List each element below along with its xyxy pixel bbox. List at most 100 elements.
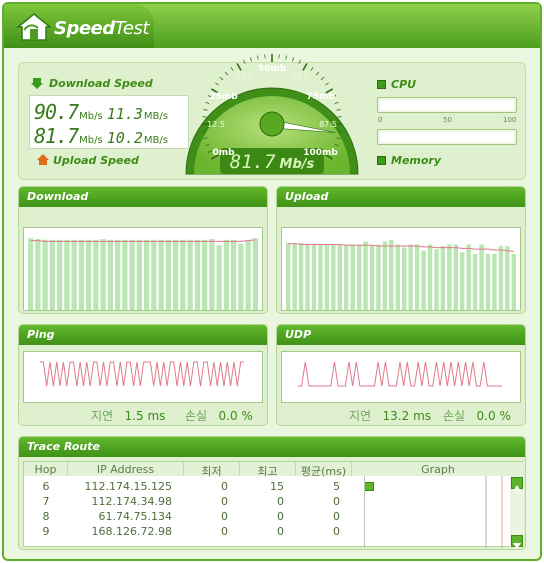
scroll-down-button[interactable] <box>511 535 523 549</box>
gauge-tick <box>236 62 242 71</box>
download-bar <box>144 239 150 310</box>
memory-label: Memory <box>391 154 442 167</box>
upload-bar <box>395 244 400 310</box>
upload-bar <box>440 246 446 310</box>
upload-bar <box>286 242 291 310</box>
cpu-usage-bar <box>377 97 517 113</box>
upload-bar <box>447 244 452 310</box>
cell-max: 0 <box>277 525 284 538</box>
upload-bar <box>511 253 516 310</box>
upload-bar <box>408 244 413 310</box>
memory-usage-bar <box>377 129 517 145</box>
gauge-tick-label: 12.5 <box>207 120 225 129</box>
table-row[interactable]: 9 168.126.72.98 0 0 0 <box>24 525 510 540</box>
download-bar <box>100 239 106 310</box>
trace-scrollbar[interactable] <box>510 476 524 549</box>
download-bar <box>28 238 34 310</box>
download-graph <box>23 227 263 311</box>
upload-bar <box>311 244 317 310</box>
upload-bar <box>421 250 426 310</box>
table-row[interactable]: 8 61.74.75.134 0 0 0 <box>24 510 510 525</box>
cell-ip: 61.74.75.134 <box>98 510 172 523</box>
upload-bar <box>324 244 330 310</box>
download-bar <box>238 243 244 310</box>
download-bar <box>180 239 186 310</box>
download-panel: Download <box>18 186 268 314</box>
gauge-tick <box>320 76 325 81</box>
trace-route-table: Hop IP Address 최저 최고 평균(ms) Graph 6 112.1… <box>23 461 524 549</box>
upload-bar <box>369 246 375 310</box>
download-history-chart <box>28 238 258 310</box>
download-bar <box>49 239 55 310</box>
cell-avg: 0 <box>333 510 340 523</box>
upload-bar <box>292 242 297 310</box>
cell-ip: 168.126.72.98 <box>91 525 172 538</box>
download-bar <box>209 239 215 310</box>
download-bar <box>93 239 99 310</box>
download-bar <box>129 239 135 310</box>
cell-ip: 112.174.34.98 <box>91 495 172 508</box>
ping-delay: 지연 1.5 ms <box>91 409 166 423</box>
upload-bar <box>427 244 433 310</box>
upload-bar <box>344 244 349 310</box>
trace-graph-guides <box>485 476 503 548</box>
ping-line <box>40 361 244 387</box>
download-bar <box>216 245 222 310</box>
upload-bar <box>466 244 471 310</box>
download-bar <box>245 239 251 310</box>
scroll-up-button[interactable] <box>511 477 523 491</box>
udp-panel-title: UDP <box>277 325 525 345</box>
upload-bar <box>472 253 478 310</box>
download-bar <box>151 239 157 310</box>
speed-gauge: 0mb 12.5 25mb 37.5 50mb 62.5 75mb 87.5 100mb 81.… <box>180 32 364 180</box>
upload-arrow-icon <box>37 154 49 165</box>
gauge-tick <box>298 59 301 64</box>
upload-bar <box>389 239 394 310</box>
gauge-tick <box>205 101 210 104</box>
download-bar <box>223 239 229 310</box>
download-bar <box>78 239 84 310</box>
upload-bar <box>492 253 497 310</box>
cell-max: 0 <box>277 495 284 508</box>
udp-history-chart <box>298 361 502 387</box>
upload-graph <box>281 227 521 311</box>
cell-avg: 5 <box>333 480 340 493</box>
cell-hop: 6 <box>42 480 50 493</box>
upload-bar <box>498 246 504 310</box>
upload-bar <box>318 244 323 310</box>
gauge-tick <box>334 101 339 104</box>
upload-bar <box>402 247 407 310</box>
upload-bar <box>305 244 310 310</box>
upload-bar <box>350 244 355 310</box>
trace-graph-bar <box>364 482 374 491</box>
col-header-hop: Hop <box>24 462 68 476</box>
gauge-tick-label: 87.5 <box>319 120 337 129</box>
upload-bar <box>485 253 491 310</box>
upload-panel-title: Upload <box>277 187 525 207</box>
gauge-tick <box>215 82 219 86</box>
download-bar <box>122 239 128 310</box>
udp-line <box>298 361 502 387</box>
cell-min: 0 <box>221 510 228 523</box>
gauge-tick <box>315 71 320 76</box>
cell-min: 0 <box>221 495 228 508</box>
cell-max: 15 <box>270 480 284 493</box>
download-bar <box>57 239 63 310</box>
table-row[interactable]: 7 112.174.34.98 0 0 0 <box>24 495 510 510</box>
download-bar <box>136 239 142 310</box>
upload-bar <box>479 244 484 310</box>
arrow-up-icon <box>513 485 521 491</box>
upload-bar <box>505 246 510 310</box>
upload-bar <box>363 241 368 310</box>
download-speed-label: Download Speed <box>49 77 153 90</box>
col-header-ip: IP Address <box>68 462 184 476</box>
gauge-tick-label: 75mb <box>306 92 335 102</box>
trace-route-title: Trace Route <box>19 437 525 457</box>
gauge-hub <box>259 111 285 137</box>
upload-panel: Upload <box>276 186 526 314</box>
table-row[interactable]: 6 112.174.15.125 0 15 5 <box>24 480 510 495</box>
gauge-tick-label: 25mb <box>209 92 238 102</box>
download-bar <box>42 239 48 310</box>
gauge-tick-label: 37.5 <box>235 72 253 81</box>
gauge-tick <box>336 109 341 111</box>
